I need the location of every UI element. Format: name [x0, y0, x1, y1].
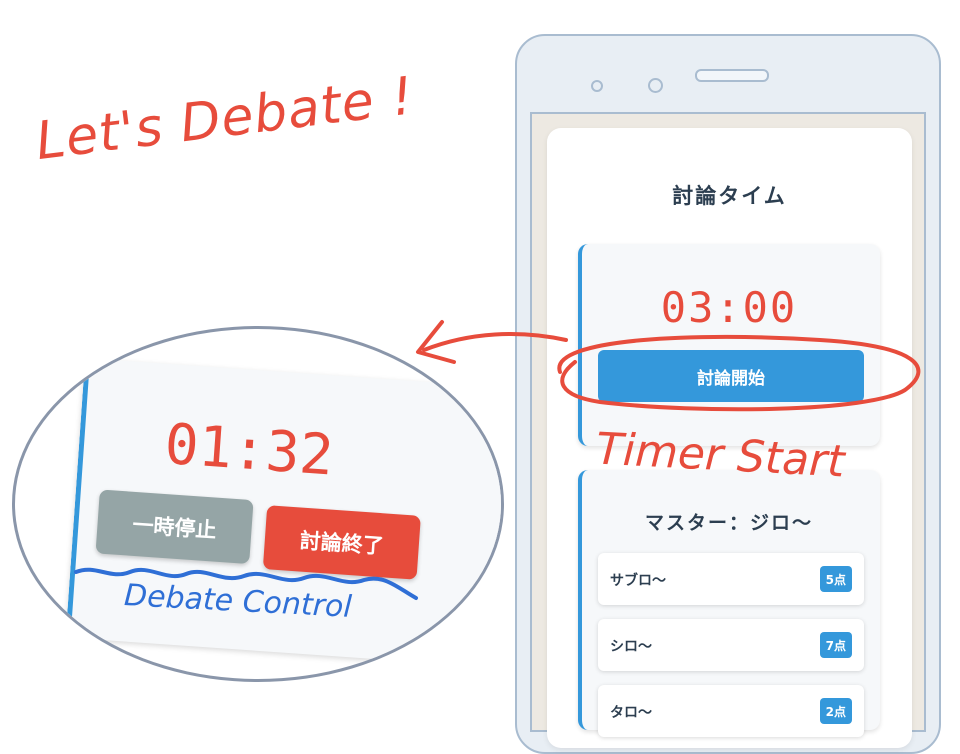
camera-dot — [591, 80, 603, 92]
score-badge: 2点 — [819, 698, 852, 724]
score-badge: 7点 — [819, 632, 852, 658]
speaker-slot — [695, 69, 769, 82]
player-name: シロ〜 — [610, 639, 652, 655]
player-row[interactable]: タロ〜 2点 — [598, 685, 864, 737]
zoom-content: 01:32 一時停止 討論終了 — [15, 329, 501, 679]
player-row[interactable]: シロ〜 7点 — [598, 619, 864, 671]
page-title: 討論タイム — [672, 184, 787, 208]
end-debate-button[interactable]: 討論終了 — [262, 505, 421, 580]
player-name: タロ〜 — [610, 705, 652, 721]
timer-card — [578, 244, 880, 446]
player-row[interactable]: サブロ〜 5点 — [598, 553, 864, 605]
player-name: サブロ〜 — [610, 573, 666, 589]
master-label: マスター：ジロ〜 — [644, 512, 813, 534]
start-debate-button[interactable]: 討論開始 — [598, 350, 864, 402]
timer-display: 03:00 — [660, 283, 798, 332]
zoom-magnifier: 01:32 一時停止 討論終了 — [12, 326, 504, 682]
pause-button[interactable]: 一時停止 — [95, 489, 254, 565]
score-badge: 5点 — [819, 566, 852, 592]
headline-annotation: Let's Debate ! — [32, 66, 418, 172]
sensor-dot — [648, 78, 663, 93]
